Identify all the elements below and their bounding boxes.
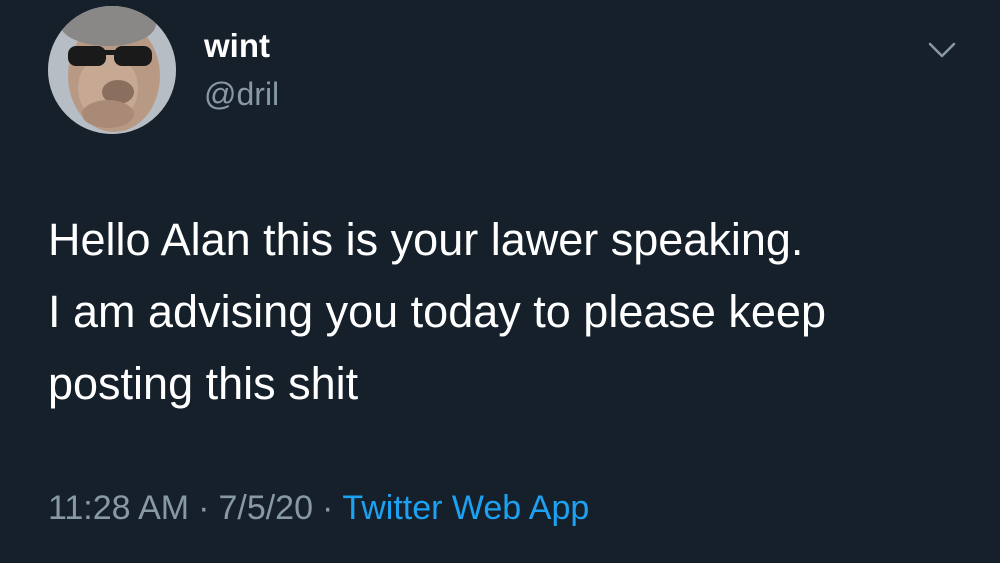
meta-separator: · <box>198 489 210 527</box>
chevron-down-icon[interactable] <box>922 30 962 70</box>
tweet-text-line: I am advising you today to please keep <box>48 286 826 337</box>
avatar[interactable] <box>48 6 176 134</box>
meta-separator: · <box>322 489 334 527</box>
author-display-name[interactable]: wint <box>204 26 270 66</box>
author-handle[interactable]: @dril <box>204 74 279 114</box>
tweet-time[interactable]: 11:28 AM <box>48 489 189 527</box>
tweet-text-line: posting this shit <box>48 358 359 409</box>
tweet-meta: 11:28 AM · 7/5/20 · Twitter Web App <box>48 486 589 530</box>
avatar-image <box>48 6 176 134</box>
tweet-text: Hello Alan this is your lawer speaking. … <box>48 204 978 420</box>
tweet-date[interactable]: 7/5/20 <box>218 489 313 527</box>
tweet-card: wint @dril Hello Alan this is your lawer… <box>0 0 1000 563</box>
tweet-text-line: Hello Alan this is your lawer speaking. <box>48 214 804 265</box>
tweet-source-link[interactable]: Twitter Web App <box>342 489 589 527</box>
